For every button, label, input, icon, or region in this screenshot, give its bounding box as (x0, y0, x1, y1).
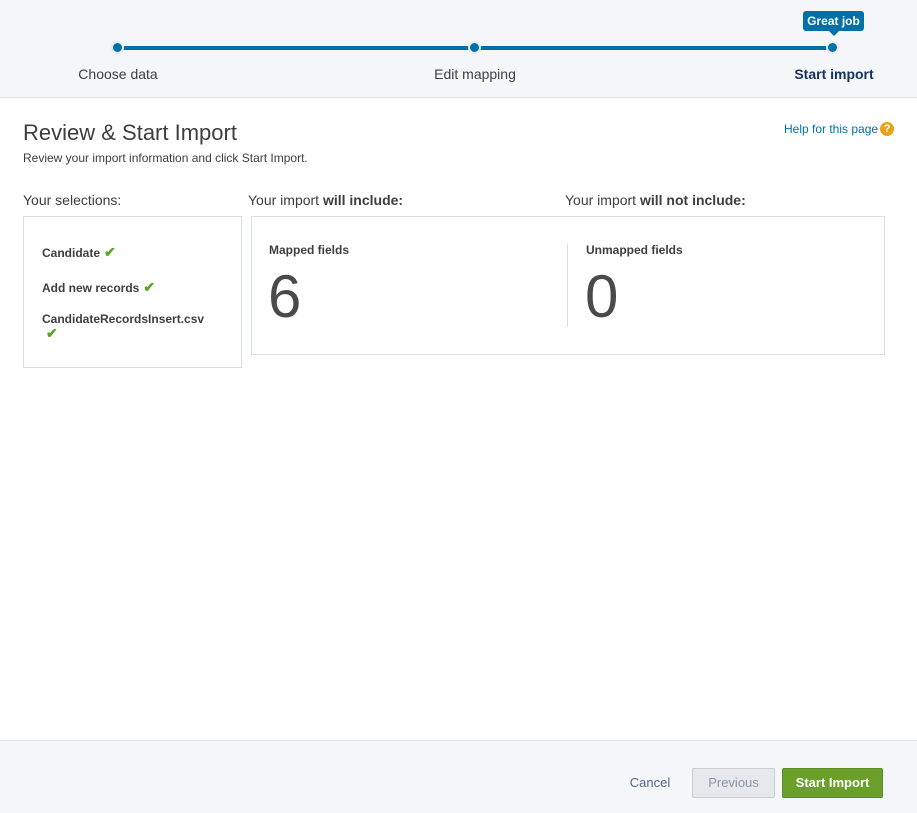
step-label-start-import: Start import (794, 66, 874, 82)
step-dot-start-import (826, 41, 839, 54)
help-link[interactable]: Help for this page ? (784, 122, 895, 136)
great-job-tooltip: Great job (803, 11, 864, 36)
unmapped-fields-title: Unmapped fields (586, 243, 683, 257)
mapped-fields-title: Mapped fields (269, 243, 350, 257)
will-include-label-bold: will include: (322, 192, 404, 208)
selection-item-text: Add new records (42, 281, 140, 295)
selections-panel: Candidate ✔ Add new records ✔ CandidateRec… (23, 216, 242, 368)
help-link-text[interactable]: Help for this page (784, 122, 878, 136)
page-title: Review & Start Import (23, 120, 237, 145)
page-subtitle: Review your import information and click… (23, 151, 308, 165)
summary-divider (567, 244, 568, 327)
will-include-label: Your import will include: (248, 192, 403, 208)
step-dot-choose-data (111, 41, 124, 54)
selection-item-text: CandidateRecordsInsert.csv (42, 312, 205, 326)
step-dot-edit-mapping (468, 41, 481, 54)
will-not-include-label-prefix: Your import (565, 192, 640, 208)
selection-item-operation: Add new records ✔ (42, 280, 227, 295)
will-not-include-label-bold: will not include: (639, 192, 746, 208)
will-not-include-label: Your import will not include: (565, 192, 746, 208)
previous-button[interactable]: Previous (692, 768, 775, 798)
selection-item-text: Candidate (42, 246, 101, 260)
selections-label: Your selections: (23, 192, 122, 208)
wizard-footer: Cancel Previous Start Import (0, 740, 917, 813)
check-icon: ✔ (143, 279, 156, 295)
start-import-button[interactable]: Start Import (782, 768, 883, 798)
selection-item-object: Candidate ✔ (42, 245, 227, 260)
step-label-edit-mapping: Edit mapping (434, 66, 516, 82)
question-icon[interactable]: ? (880, 122, 895, 136)
wizard-progress-header: Great job Choose data Edit mapping Start… (0, 0, 917, 98)
step-label-choose-data: Choose data (78, 66, 158, 82)
will-include-label-prefix: Your import (248, 192, 323, 208)
mapped-fields-count: 6 (268, 263, 302, 330)
selection-item-file: CandidateRecordsInsert.csv ✔ (42, 312, 227, 341)
check-icon: ✔ (104, 244, 116, 260)
check-icon: ✔ (46, 325, 58, 341)
unmapped-fields-count: 0 (585, 263, 619, 330)
cancel-button[interactable]: Cancel (612, 768, 688, 798)
import-summary-panel: Mapped fields 6 Unmapped fields 0 (251, 216, 885, 355)
